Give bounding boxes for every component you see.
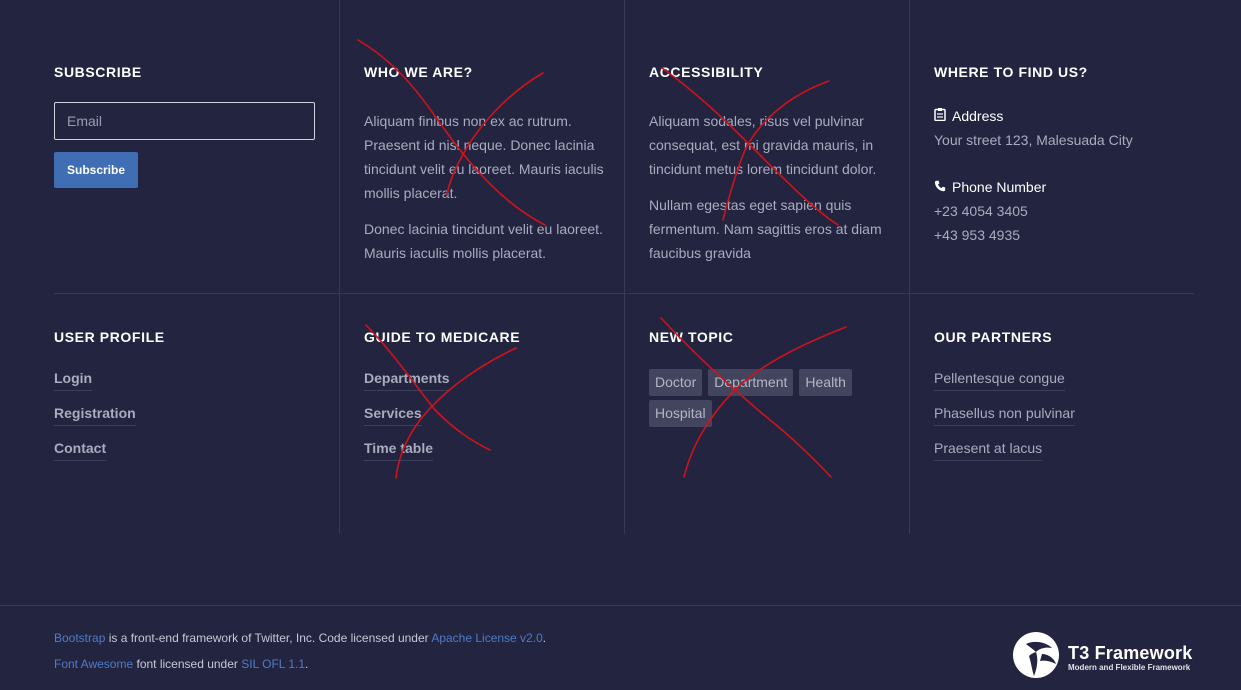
legal-line-1-text: is a front-end framework of Twitter, Inc… — [105, 631, 432, 645]
subscribe-button[interactable]: Subscribe — [54, 152, 138, 188]
email-input[interactable] — [54, 102, 315, 140]
user-profile-section: USER PROFILE Login Registration Contact — [54, 294, 339, 534]
registration-link[interactable]: Registration — [54, 405, 136, 426]
address-label: Address — [952, 108, 1004, 124]
accessibility-heading: ACCESSIBILITY — [649, 64, 764, 80]
who-we-are-paragraph-1: Aliquam finibus non ex ac rutrum. Praese… — [364, 113, 604, 201]
phone-label: Phone Number — [952, 179, 1047, 195]
footer-row-bottom: USER PROFILE Login Registration Contact … — [54, 294, 1194, 534]
new-topic-section: NEW TOPIC Doctor Department Health Hospi… — [624, 294, 909, 534]
contact-link[interactable]: Contact — [54, 440, 107, 461]
legal-line-2-end: . — [305, 657, 309, 671]
services-link[interactable]: Services — [364, 405, 422, 426]
address-value: Your street 123, Malesuada City — [934, 132, 1133, 148]
legal-text: Bootstrap is a front-end framework of Tw… — [54, 631, 546, 683]
user-profile-links: Login Registration Contact — [54, 370, 339, 461]
who-we-are-paragraph-2: Donec lacinia tincidunt velit eu laoreet… — [364, 221, 603, 261]
phone-icon — [934, 179, 946, 195]
guide-to-medicare-heading: GUIDE TO MEDICARE — [364, 329, 521, 345]
medicare-links: Departments Services Time table — [364, 370, 624, 461]
partner-link-2[interactable]: Phasellus non pulvinar — [934, 405, 1075, 426]
logo-title: T3 Framework — [1068, 642, 1193, 663]
phone-number-2: +43 953 4935 — [934, 227, 1021, 243]
tag-health[interactable]: Health — [799, 369, 852, 396]
accessibility-paragraph-1: Aliquam sodales, risus vel pulvinar cons… — [649, 113, 877, 177]
who-we-are-section: WHO WE ARE? Aliquam finibus non ex ac ru… — [339, 0, 624, 293]
phone-number-1: +23 4054 3405 — [934, 203, 1028, 219]
accessibility-paragraph-2: Nullam egestas eget sapien quis fermentu… — [649, 197, 882, 261]
partner-link-3[interactable]: Praesent at lacus — [934, 440, 1043, 461]
address-card-icon — [934, 108, 946, 124]
tag-department[interactable]: Department — [708, 369, 794, 396]
new-topic-heading: NEW TOPIC — [649, 329, 734, 345]
login-link[interactable]: Login — [54, 370, 93, 391]
who-we-are-heading: WHO WE ARE? — [364, 64, 473, 80]
subscribe-heading: SUBSCRIBE — [54, 64, 142, 80]
where-to-find-us-section: WHERE TO FIND US? Address Your street 12… — [909, 0, 1194, 293]
our-partners-heading: OUR PARTNERS — [934, 329, 1053, 345]
subscribe-section: SUBSCRIBE Subscribe — [54, 0, 339, 293]
departments-link[interactable]: Departments — [364, 370, 450, 391]
bootstrap-link[interactable]: Bootstrap — [54, 631, 105, 645]
guide-to-medicare-section: GUIDE TO MEDICARE Departments Services T… — [339, 294, 624, 534]
legal-line-1: Bootstrap is a front-end framework of Tw… — [54, 631, 546, 657]
footer-row-top: SUBSCRIBE Subscribe WHO WE ARE? Aliquam … — [54, 0, 1194, 294]
copyright-bar: Bootstrap is a front-end framework of Tw… — [0, 605, 1241, 690]
legal-line-1-end: . — [542, 631, 547, 645]
sil-ofl-link[interactable]: SIL OFL 1.1 — [241, 657, 305, 671]
apache-license-link[interactable]: Apache License v2.0 — [431, 631, 542, 645]
partner-links: Pellentesque congue Phasellus non pulvin… — [934, 370, 1194, 461]
topic-tags: Doctor Department Health Hospital — [649, 369, 869, 427]
time-table-link[interactable]: Time table — [364, 440, 433, 461]
tag-hospital[interactable]: Hospital — [649, 400, 712, 427]
logo-tagline: Modern and Flexible Framework — [1068, 662, 1191, 672]
user-profile-heading: USER PROFILE — [54, 329, 165, 345]
phone-label-row: Phone Number — [934, 179, 1194, 195]
partner-link-1[interactable]: Pellentesque congue — [934, 370, 1065, 391]
legal-line-2: Font Awesome font licensed under SIL OFL… — [54, 657, 546, 683]
t3-logo-icon — [1012, 630, 1062, 685]
address-label-row: Address — [934, 108, 1194, 124]
tag-doctor[interactable]: Doctor — [649, 369, 703, 396]
logo-text: T3 Framework Modern and Flexible Framewo… — [1068, 643, 1192, 673]
where-to-find-us-heading: WHERE TO FIND US? — [934, 64, 1088, 80]
t3-framework-logo[interactable]: T3 Framework Modern and Flexible Framewo… — [1012, 630, 1192, 685]
our-partners-section: OUR PARTNERS Pellentesque congue Phasell… — [909, 294, 1194, 534]
footer-grid: SUBSCRIBE Subscribe WHO WE ARE? Aliquam … — [54, 0, 1194, 534]
font-awesome-link[interactable]: Font Awesome — [54, 657, 133, 671]
accessibility-section: ACCESSIBILITY Aliquam sodales, risus vel… — [624, 0, 909, 293]
legal-line-2-text: font licensed under — [133, 657, 242, 671]
